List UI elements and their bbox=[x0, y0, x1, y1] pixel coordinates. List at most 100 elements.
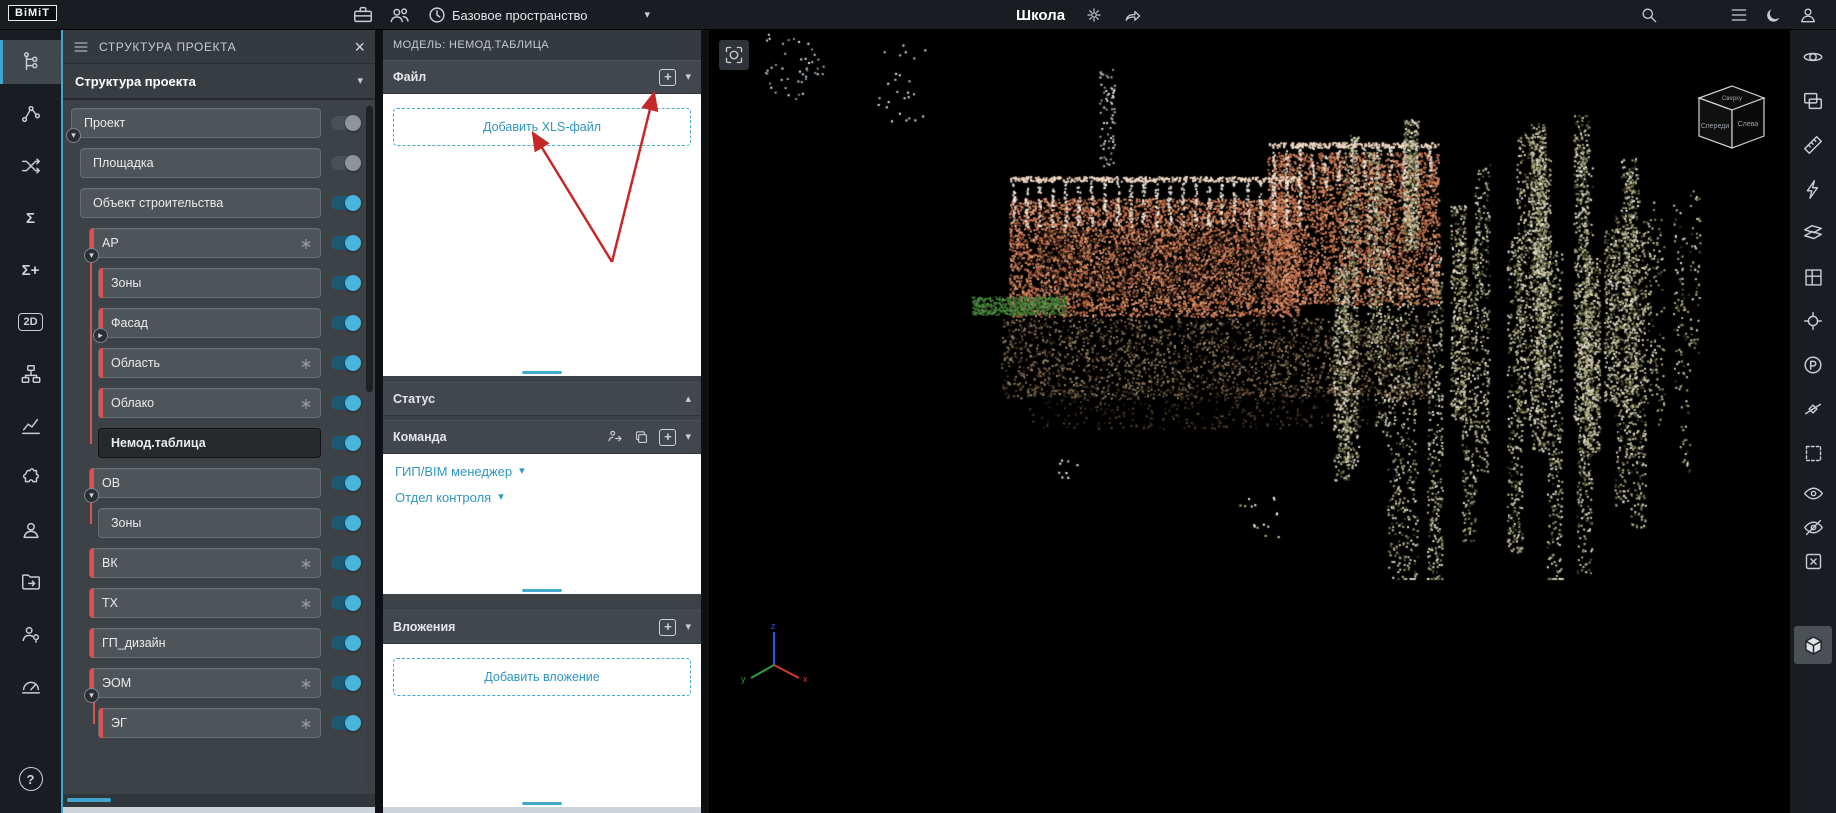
tool-isolate-off[interactable] bbox=[1794, 546, 1832, 576]
tool-project-structure[interactable] bbox=[0, 40, 61, 84]
tree-row[interactable]: ЭГ bbox=[63, 708, 375, 738]
assign-user-icon[interactable] bbox=[606, 428, 624, 446]
team-role-dropdown[interactable]: Отдел контроля bbox=[395, 490, 689, 505]
tree-item-box[interactable]: ТХ bbox=[89, 588, 321, 618]
expander-icon[interactable]: ▾ bbox=[84, 688, 99, 703]
visibility-toggle[interactable] bbox=[331, 636, 361, 650]
tool-analytics[interactable] bbox=[0, 404, 61, 448]
expander-icon[interactable]: ▸ bbox=[93, 328, 108, 343]
team-role-dropdown[interactable]: ГИП/BIM менеджер bbox=[395, 464, 689, 479]
tool-hierarchy[interactable] bbox=[0, 352, 61, 396]
tool-2d[interactable]: 2D bbox=[0, 300, 61, 344]
viewport-canvas[interactable] bbox=[709, 30, 1790, 813]
visibility-toggle[interactable] bbox=[331, 116, 361, 130]
gear-icon[interactable] bbox=[1085, 6, 1103, 24]
tool-quick-actions[interactable] bbox=[1794, 170, 1832, 208]
add-team-member-button[interactable] bbox=[659, 429, 676, 446]
focus-model-button[interactable] bbox=[719, 40, 749, 70]
tree-item-box[interactable]: Площадка bbox=[80, 148, 321, 178]
tree-row[interactable]: Фасад ▸ bbox=[63, 308, 375, 338]
tree-row[interactable]: ОВ ▾ bbox=[63, 468, 375, 498]
tree-item-box[interactable]: Объект строительства bbox=[80, 188, 321, 218]
tool-shared-folder[interactable] bbox=[0, 560, 61, 604]
tool-views[interactable] bbox=[1794, 82, 1832, 120]
tree-row[interactable]: ТХ bbox=[63, 588, 375, 618]
viewport-3d[interactable]: Сверху Спереди Слева z x y bbox=[709, 30, 1790, 813]
user-icon[interactable] bbox=[1798, 5, 1818, 25]
chevron-down-icon[interactable] bbox=[685, 622, 691, 633]
tool-section-cut[interactable] bbox=[1794, 390, 1832, 428]
visibility-toggle[interactable] bbox=[331, 596, 361, 610]
tree-scrollbar-thumb[interactable] bbox=[366, 106, 373, 392]
tool-connections[interactable] bbox=[0, 92, 61, 136]
tool-sum[interactable]: Σ bbox=[0, 196, 61, 240]
tool-dashboard[interactable] bbox=[0, 664, 61, 708]
visibility-toggle[interactable] bbox=[331, 196, 361, 210]
moon-icon[interactable] bbox=[1764, 6, 1783, 25]
team-icon[interactable] bbox=[389, 4, 411, 26]
help-button[interactable]: ? bbox=[0, 757, 61, 801]
tool-clash[interactable] bbox=[0, 144, 61, 188]
tree-row[interactable]: ВК bbox=[63, 548, 375, 578]
tree-item-box[interactable]: Проект ▾ bbox=[71, 108, 321, 138]
visibility-toggle[interactable] bbox=[331, 516, 361, 530]
visibility-toggle[interactable] bbox=[331, 436, 361, 450]
tree-item-box[interactable]: Облако bbox=[98, 388, 321, 418]
tree-row[interactable]: Зоны bbox=[63, 508, 375, 538]
tree-row[interactable]: Зоны bbox=[63, 268, 375, 298]
tool-plugins[interactable] bbox=[0, 456, 61, 500]
tool-grid[interactable] bbox=[1794, 258, 1832, 296]
tool-users[interactable] bbox=[0, 508, 61, 552]
status-section-header[interactable]: Статус bbox=[383, 382, 701, 416]
copy-icon[interactable] bbox=[633, 429, 650, 446]
tool-section-planes[interactable] bbox=[1794, 214, 1832, 252]
tree-item-box[interactable]: Область bbox=[98, 348, 321, 378]
tree-item-box[interactable]: ГП_дизайн bbox=[89, 628, 321, 658]
list-icon[interactable] bbox=[1729, 5, 1749, 25]
tool-model-mode[interactable] bbox=[1794, 626, 1832, 664]
tool-user-location[interactable] bbox=[0, 612, 61, 656]
tool-sum-plus[interactable]: Σ+ bbox=[0, 248, 61, 292]
expander-icon[interactable]: ▾ bbox=[66, 128, 81, 143]
file-scrollbar-thumb[interactable] bbox=[522, 371, 562, 374]
add-file-button[interactable] bbox=[659, 69, 676, 86]
tool-measure[interactable] bbox=[1794, 126, 1832, 164]
tree-row[interactable]: Площадка bbox=[63, 148, 375, 178]
menu-icon[interactable] bbox=[73, 39, 89, 55]
tree-row[interactable]: Объект строительства bbox=[63, 188, 375, 218]
visibility-toggle[interactable] bbox=[331, 316, 361, 330]
tree-row[interactable]: Проект ▾ bbox=[63, 108, 375, 138]
tree-item-box[interactable]: Немод.таблица bbox=[98, 428, 321, 458]
tree-row[interactable]: Облако bbox=[63, 388, 375, 418]
tool-orbit[interactable] bbox=[1794, 38, 1832, 76]
attachments-scrollbar-thumb[interactable] bbox=[522, 802, 562, 805]
tree-row[interactable]: Немод.таблица bbox=[63, 428, 375, 458]
visibility-toggle[interactable] bbox=[331, 156, 361, 170]
close-icon[interactable] bbox=[354, 38, 365, 56]
tree-item-box[interactable]: Зоны bbox=[98, 268, 321, 298]
tree-row[interactable]: ЭОМ ▾ bbox=[63, 668, 375, 698]
toolbox-icon[interactable] bbox=[352, 4, 374, 26]
tool-hide[interactable] bbox=[1794, 512, 1832, 542]
add-attachment-dropzone[interactable]: Добавить вложение bbox=[393, 658, 691, 696]
visibility-toggle[interactable] bbox=[331, 396, 361, 410]
visibility-toggle[interactable] bbox=[331, 676, 361, 690]
history-icon[interactable] bbox=[426, 4, 448, 26]
tool-panorama[interactable] bbox=[1794, 346, 1832, 384]
chevron-down-icon[interactable] bbox=[685, 72, 691, 83]
tree-item-box[interactable]: АР ▾ bbox=[89, 228, 321, 258]
visibility-toggle[interactable] bbox=[331, 356, 361, 370]
team-scrollbar-thumb[interactable] bbox=[522, 589, 562, 592]
tree-hscrollbar-thumb[interactable] bbox=[67, 798, 111, 802]
expander-icon[interactable]: ▾ bbox=[84, 248, 99, 263]
search-icon[interactable] bbox=[1639, 5, 1659, 25]
tree-item-box[interactable]: Зоны bbox=[98, 508, 321, 538]
tree-item-box[interactable]: ВК bbox=[89, 548, 321, 578]
visibility-toggle[interactable] bbox=[331, 236, 361, 250]
visibility-toggle[interactable] bbox=[331, 556, 361, 570]
structure-view-selector[interactable]: Структура проекта bbox=[63, 64, 375, 100]
share-icon[interactable] bbox=[1123, 6, 1142, 25]
tool-locate[interactable] bbox=[1794, 302, 1832, 340]
tree-row[interactable]: Область bbox=[63, 348, 375, 378]
tree-row[interactable]: АР ▾ bbox=[63, 228, 375, 258]
